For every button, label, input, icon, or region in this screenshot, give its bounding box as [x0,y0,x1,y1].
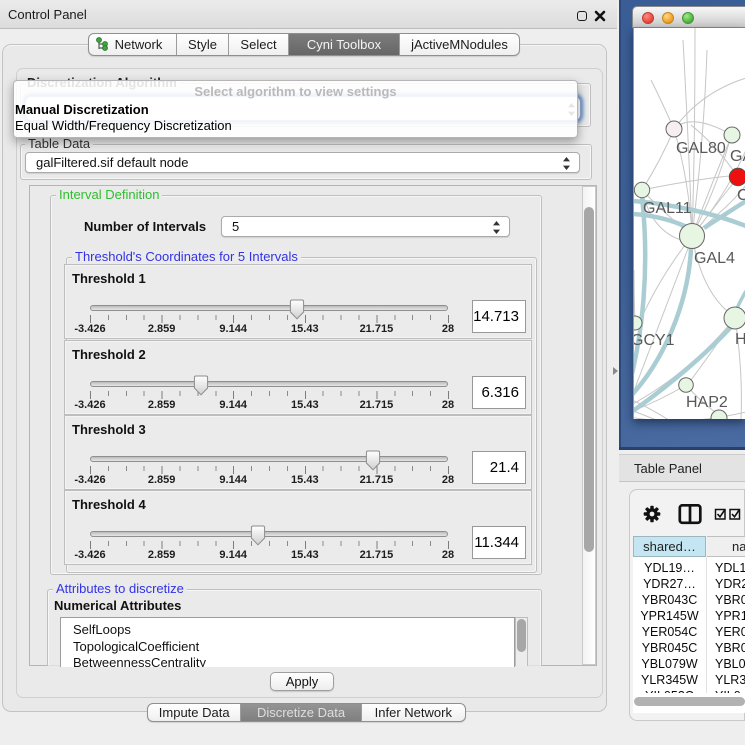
svg-text:GAL80: GAL80 [676,140,726,157]
svg-text:HAP2: HAP2 [686,394,728,411]
svg-text:GCY1: GCY1 [634,332,675,349]
svg-text:C: C [737,187,745,204]
svg-text:HA: HA [735,331,745,348]
svg-text:GAL4: GAL4 [694,250,735,267]
svg-text:GAL11: GAL11 [643,200,692,217]
svg-text:GA: GA [730,148,745,165]
